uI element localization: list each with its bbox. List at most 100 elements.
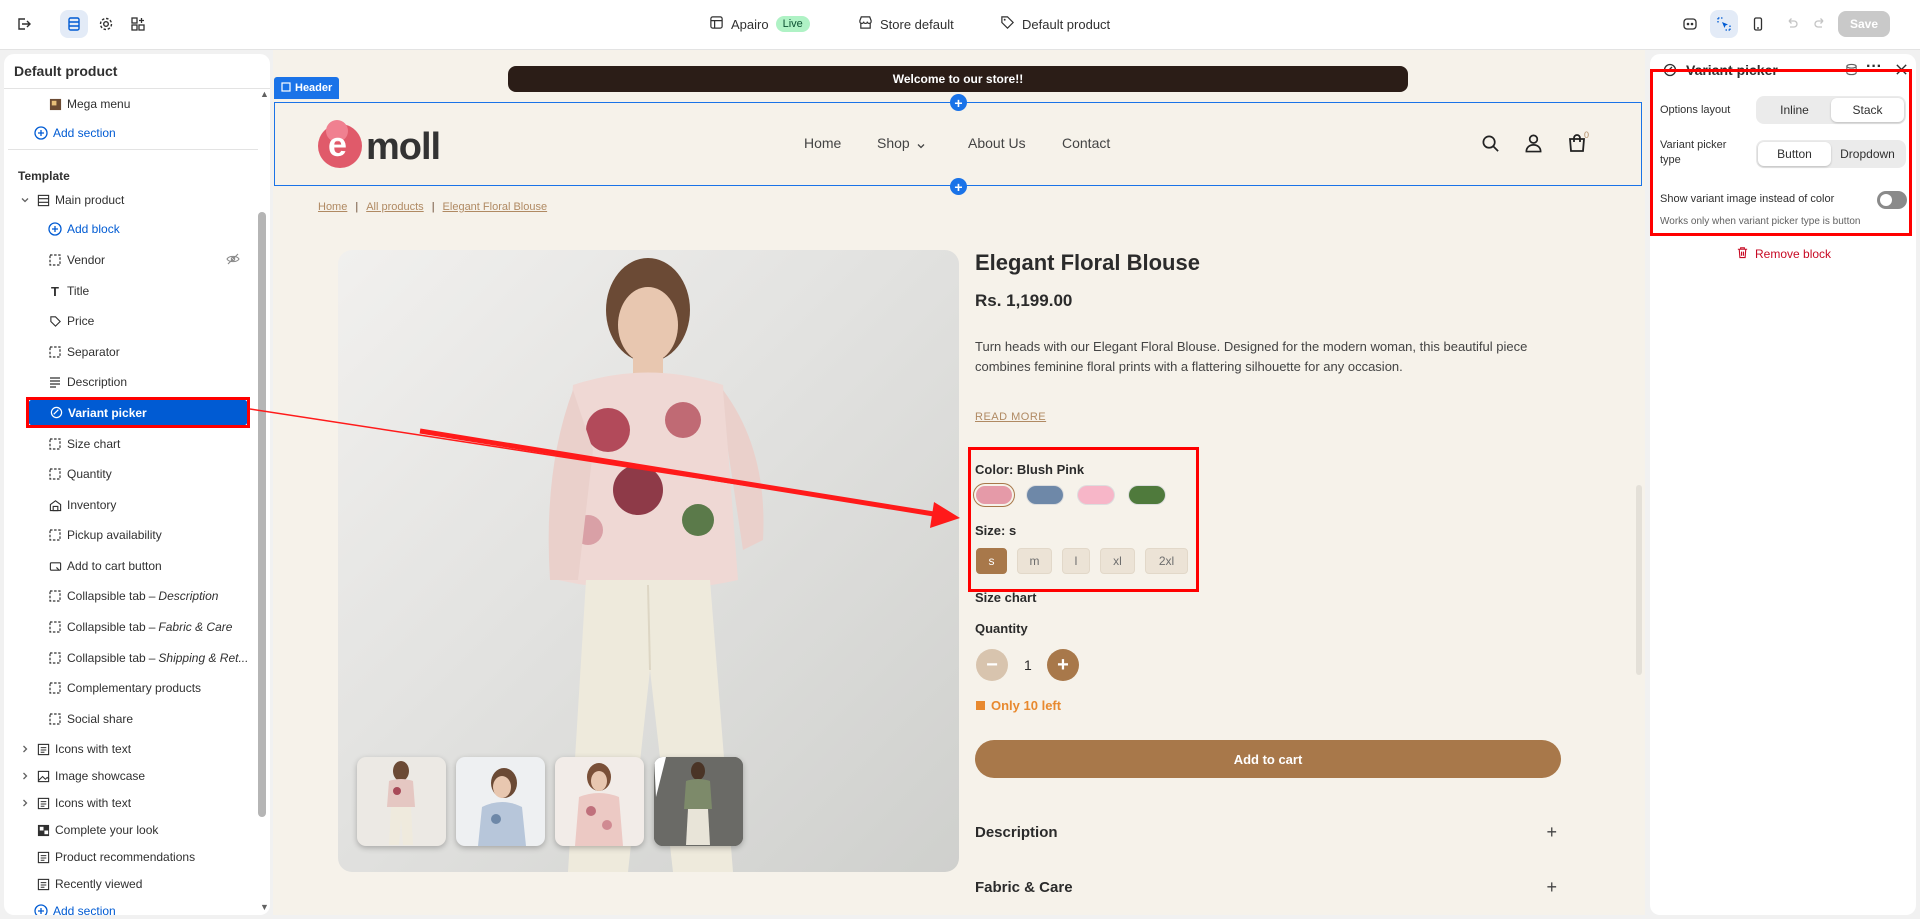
undo-icon[interactable] xyxy=(1778,10,1806,38)
block-label: Price xyxy=(67,314,95,328)
header-section-tag[interactable]: Header xyxy=(274,77,340,99)
sections-icon[interactable] xyxy=(60,10,88,38)
dashed-square-icon xyxy=(48,620,62,634)
chevron-right-icon[interactable] xyxy=(18,742,32,756)
sidebar-item-label: Image showcase xyxy=(55,769,146,783)
template-switcher[interactable]: Default product xyxy=(1000,0,1110,48)
chevron-down-icon[interactable] xyxy=(916,138,926,154)
block-description[interactable]: Description xyxy=(48,367,127,397)
dashed-square-icon xyxy=(48,712,62,726)
scroll-up-icon[interactable]: ▲ xyxy=(260,89,269,99)
add-section-below-button[interactable]: + xyxy=(950,178,967,195)
block-pickup-availability[interactable]: Pickup availability xyxy=(48,520,162,550)
store-logo[interactable]: e moll xyxy=(318,120,468,170)
add-to-cart-button[interactable]: Add to cart xyxy=(975,740,1561,778)
block-label: Title xyxy=(67,284,90,298)
logo-letter: e xyxy=(328,126,347,164)
thumbnail-4[interactable] xyxy=(654,757,743,846)
size-chart-link[interactable]: Size chart xyxy=(975,590,1036,605)
canvas-scrollbar[interactable] xyxy=(1636,485,1642,675)
ai-assistant-icon[interactable] xyxy=(1676,10,1704,38)
quantity-label: Quantity xyxy=(975,621,1028,636)
account-icon[interactable] xyxy=(1524,133,1543,156)
eye-hidden-icon[interactable] xyxy=(226,253,240,268)
nav-about[interactable]: About Us xyxy=(968,135,1026,151)
sidebar-item-icons-with-text-2[interactable]: Icons with text xyxy=(18,788,131,818)
mobile-preview-icon[interactable] xyxy=(1744,10,1772,38)
add-block-button[interactable]: Add block xyxy=(48,214,120,244)
breadcrumb-all-products[interactable]: All products xyxy=(366,201,423,213)
inspector-icon[interactable] xyxy=(1710,10,1738,38)
sidebar-item-icons-with-text[interactable]: Icons with text xyxy=(18,734,131,764)
block-size-chart[interactable]: Size chart xyxy=(48,429,120,459)
tab-description[interactable]: Description + xyxy=(975,822,1557,842)
store-name: Apairo xyxy=(731,16,769,32)
sidebar-item-mega-menu[interactable]: Mega menu xyxy=(48,89,130,119)
block-collapsible-tab-description[interactable]: Collapsible tab – Description xyxy=(48,581,218,611)
chevron-right-icon[interactable] xyxy=(18,769,32,783)
read-more-link[interactable]: READ MORE xyxy=(975,411,1046,423)
plus-circle-icon xyxy=(34,126,48,140)
block-price[interactable]: Price xyxy=(48,306,94,336)
tab-label: Fabric & Care xyxy=(975,879,1073,896)
breadcrumb-home[interactable]: Home xyxy=(318,201,347,213)
sidebar-item-recently-viewed[interactable]: Recently viewed xyxy=(36,869,142,899)
text-icon: T xyxy=(51,283,59,299)
chevron-right-icon[interactable] xyxy=(18,796,32,810)
block-add-to-cart[interactable]: Add to cart button xyxy=(48,551,162,581)
sidebar-item-complete-your-look[interactable]: Complete your look xyxy=(36,815,158,845)
redo-icon[interactable] xyxy=(1806,10,1834,38)
top-bar: Apairo Live Store default Default produc… xyxy=(0,0,1920,50)
add-section-button-bottom[interactable]: Add section xyxy=(34,896,116,915)
theme-switcher[interactable]: Store default xyxy=(858,0,954,48)
exit-icon[interactable] xyxy=(10,10,38,38)
save-button[interactable]: Save xyxy=(1838,11,1890,37)
thumbnail-2[interactable] xyxy=(456,757,545,846)
nav-home[interactable]: Home xyxy=(804,135,841,151)
stock-indicator-icon xyxy=(976,701,985,710)
image-icon xyxy=(48,97,62,111)
add-section-button-top[interactable]: Add section xyxy=(34,118,116,148)
quantity-decrease-button[interactable]: − xyxy=(976,649,1008,681)
remove-block-label: Remove block xyxy=(1755,247,1832,261)
dashed-square-icon xyxy=(48,681,62,695)
add-section-above-button[interactable]: + xyxy=(950,94,967,111)
thumbnail-1[interactable] xyxy=(357,757,446,846)
divider xyxy=(8,149,258,150)
remove-block-button[interactable]: Remove block xyxy=(1736,246,1831,262)
thumbnail-3[interactable] xyxy=(555,757,644,846)
scroll-down-icon[interactable]: ▼ xyxy=(260,902,269,912)
block-social-share[interactable]: Social share xyxy=(48,704,133,734)
breadcrumb-current[interactable]: Elegant Floral Blouse xyxy=(443,201,548,213)
scrollbar[interactable] xyxy=(258,212,266,817)
breadcrumb-separator: | xyxy=(431,201,435,213)
block-vendor[interactable]: Vendor xyxy=(48,245,248,275)
gear-icon[interactable] xyxy=(92,10,120,38)
trash-icon xyxy=(1736,246,1749,262)
block-title[interactable]: T Title xyxy=(48,276,89,306)
quantity-value[interactable]: 1 xyxy=(1024,657,1032,673)
add-section-label: Add section xyxy=(53,126,116,140)
block-complementary-products[interactable]: Complementary products xyxy=(48,673,201,703)
apps-icon[interactable] xyxy=(124,10,152,38)
block-separator[interactable]: Separator xyxy=(48,337,120,367)
highlight-box xyxy=(26,397,250,428)
sidebar-item-product-recommendations[interactable]: Product recommendations xyxy=(36,842,195,872)
block-label: Separator xyxy=(67,345,120,359)
nav-shop[interactable]: Shop xyxy=(877,135,910,151)
block-collapsible-tab-shipping[interactable]: Collapsible tab – Shipping & Ret... xyxy=(48,643,248,673)
header-section[interactable] xyxy=(274,102,1642,186)
store-icon xyxy=(709,15,724,33)
sidebar-item-image-showcase[interactable]: Image showcase xyxy=(18,761,145,791)
tab-fabric-care[interactable]: Fabric & Care + xyxy=(975,877,1557,897)
store-switcher[interactable]: Apairo Live xyxy=(709,0,810,48)
block-quantity[interactable]: Quantity xyxy=(48,459,112,489)
nav-contact[interactable]: Contact xyxy=(1062,135,1110,151)
quantity-increase-button[interactable]: + xyxy=(1047,649,1079,681)
sidebar-item-main-product[interactable]: Main product xyxy=(18,185,124,215)
block-inventory[interactable]: Inventory xyxy=(48,490,116,520)
block-collapsible-tab-fabric[interactable]: Collapsible tab – Fabric & Care xyxy=(48,612,232,642)
chevron-down-icon[interactable] xyxy=(18,193,32,207)
search-icon[interactable] xyxy=(1481,134,1500,156)
block-label: Quantity xyxy=(67,467,112,481)
